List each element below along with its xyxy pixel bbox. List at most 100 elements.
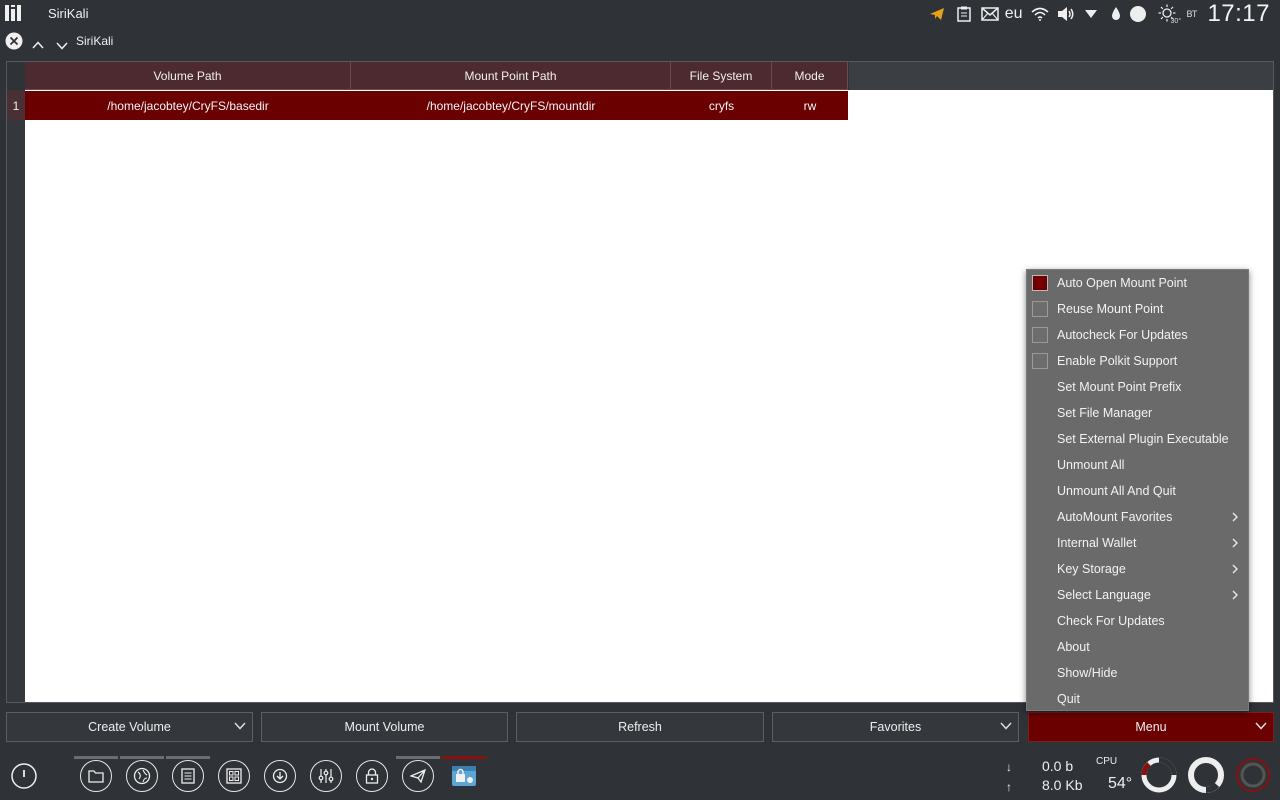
- menu-item-label: Unmount All And Quit: [1057, 484, 1176, 498]
- menu-item-quit[interactable]: Quit: [1027, 686, 1248, 712]
- chevron-right-icon: [1232, 512, 1238, 522]
- menu-item-key-storage[interactable]: Key Storage: [1027, 556, 1248, 582]
- menu-item-label: Internal Wallet: [1057, 536, 1137, 550]
- menu-item-autocheck-for-updates[interactable]: Autocheck For Updates: [1027, 322, 1248, 348]
- menu-item-select-language[interactable]: Select Language: [1027, 582, 1248, 608]
- action-button-bar: Create Volume Mount Volume Refresh Favor…: [6, 712, 1274, 742]
- menu-button[interactable]: Menu: [1028, 712, 1274, 742]
- menu-item-reuse-mount-point[interactable]: Reuse Mount Point: [1027, 296, 1248, 322]
- telegram-icon[interactable]: [929, 6, 945, 22]
- system-tray: eu 30° ВТ 17:17: [923, 0, 1280, 28]
- checkbox-unchecked[interactable]: [1032, 353, 1048, 369]
- cell-file-system: cryfs: [708, 98, 735, 113]
- menu-item-label: Quit: [1057, 692, 1080, 706]
- weather-icon[interactable]: 30°: [1157, 4, 1182, 25]
- swap-gauge-icon[interactable]: [1234, 756, 1272, 794]
- cpu-label: CPU: [1096, 756, 1118, 767]
- column-header-volume-path[interactable]: Volume Path: [25, 62, 351, 90]
- create-volume-label: Create Volume: [88, 720, 171, 734]
- chevron-right-icon: [1232, 590, 1238, 600]
- menu-item-label: Key Storage: [1057, 562, 1126, 576]
- weather-temp: 30°: [1170, 18, 1182, 25]
- window-title-bar: SiriKali: [0, 28, 1280, 54]
- taskbar: ↓ ↑ 0.0 b 8.0 Kb CPU 54°: [0, 750, 1280, 800]
- droplet-icon[interactable]: [1111, 7, 1121, 21]
- main-menu-dropdown: Auto Open Mount Point Reuse Mount Point …: [1026, 269, 1249, 711]
- wifi-icon[interactable]: [1031, 7, 1049, 21]
- menu-item-label: Reuse Mount Point: [1057, 302, 1164, 316]
- mail-icon[interactable]: [980, 7, 999, 21]
- menu-item-label: Enable Polkit Support: [1057, 354, 1178, 368]
- cpu-load-gauge-icon[interactable]: [1140, 756, 1178, 794]
- menu-item-enable-polkit-support[interactable]: Enable Polkit Support: [1027, 348, 1248, 374]
- mount-volume-button[interactable]: Mount Volume: [261, 712, 508, 742]
- active-app-name: SiriKali: [48, 6, 89, 21]
- checkbox-checked[interactable]: [1032, 275, 1048, 291]
- menu-label: Menu: [1135, 720, 1167, 734]
- task-indicator: [120, 756, 164, 759]
- menu-item-label: Set External Plugin Executable: [1057, 432, 1229, 446]
- downloader-icon[interactable]: [264, 760, 296, 792]
- checkbox-unchecked[interactable]: [1032, 301, 1048, 317]
- chevron-right-icon: [1232, 538, 1238, 548]
- chevron-right-icon: [1232, 564, 1238, 574]
- menu-item-label: AutoMount Favorites: [1057, 510, 1173, 524]
- menu-item-automount-favorites[interactable]: AutoMount Favorites: [1027, 504, 1248, 530]
- refresh-label: Refresh: [618, 720, 662, 734]
- window-title: SiriKali: [76, 34, 114, 48]
- upload-arrow-icon: ↑: [1006, 780, 1012, 794]
- mixer-icon[interactable]: [310, 760, 342, 792]
- calculator-icon[interactable]: [218, 760, 250, 792]
- menu-item-set-mount-point-prefix[interactable]: Set Mount Point Prefix: [1027, 374, 1248, 400]
- menu-item-unmount-all-and-quit[interactable]: Unmount All And Quit: [1027, 478, 1248, 504]
- column-header-mode[interactable]: Mode: [772, 62, 848, 90]
- close-window-icon[interactable]: [5, 32, 23, 55]
- telegram-app-icon[interactable]: [402, 760, 434, 792]
- row-number[interactable]: 1: [7, 91, 25, 120]
- chevron-down-icon: [1000, 722, 1012, 730]
- table-row[interactable]: /home/jacobtey/CryFS/basedir /home/jacob…: [25, 91, 848, 120]
- memory-gauge-icon[interactable]: [1187, 756, 1225, 794]
- menu-item-internal-wallet[interactable]: Internal Wallet: [1027, 530, 1248, 556]
- maximize-window-icon[interactable]: [32, 36, 44, 54]
- file-manager-icon[interactable]: [80, 760, 112, 792]
- menu-item-set-file-manager[interactable]: Set File Manager: [1027, 400, 1248, 426]
- menu-item-set-external-plugin-executable[interactable]: Set External Plugin Executable: [1027, 426, 1248, 452]
- clipboard-icon[interactable]: [956, 6, 971, 22]
- menu-item-show-hide[interactable]: Show/Hide: [1027, 660, 1248, 686]
- menu-item-label: Auto Open Mount Point: [1057, 276, 1187, 290]
- cell-mount-point-path: /home/jacobtey/CryFS/mountdir: [426, 98, 596, 113]
- power-icon[interactable]: [10, 762, 38, 795]
- menu-item-about[interactable]: About: [1027, 634, 1248, 660]
- column-header-file-system[interactable]: File System: [671, 62, 772, 90]
- header-filler: [849, 62, 1273, 90]
- keyboard-layout[interactable]: eu: [1005, 5, 1023, 23]
- browser-icon[interactable]: [126, 760, 158, 792]
- top-panel: SiriKali eu 30° ВТ 17:17: [0, 0, 1280, 28]
- menu-item-label: Check For Updates: [1057, 614, 1165, 628]
- menu-item-label: Autocheck For Updates: [1057, 328, 1188, 342]
- refresh-button[interactable]: Refresh: [516, 712, 764, 742]
- chevron-down-icon: [234, 722, 246, 730]
- favorites-button[interactable]: Favorites: [772, 712, 1019, 742]
- menu-item-label: Set Mount Point Prefix: [1057, 380, 1182, 394]
- column-header-mount-point-path[interactable]: Mount Point Path: [351, 62, 671, 90]
- lock-icon[interactable]: [356, 760, 388, 792]
- menu-item-label: Show/Hide: [1057, 666, 1118, 680]
- text-editor-icon[interactable]: [172, 760, 204, 792]
- checkbox-unchecked[interactable]: [1032, 327, 1048, 343]
- sirikali-app-icon[interactable]: [448, 760, 480, 792]
- task-indicator: [166, 756, 210, 759]
- menu-item-unmount-all[interactable]: Unmount All: [1027, 452, 1248, 478]
- cell-volume-path: /home/jacobtey/CryFS/basedir: [107, 98, 269, 113]
- volume-icon[interactable]: [1057, 6, 1075, 22]
- app-launcher-icon[interactable]: [5, 5, 21, 21]
- menu-item-auto-open-mount-point[interactable]: Auto Open Mount Point: [1027, 270, 1248, 296]
- download-arrow-icon: ↓: [1006, 760, 1012, 774]
- create-volume-button[interactable]: Create Volume: [6, 712, 253, 742]
- minimize-window-icon[interactable]: [56, 37, 68, 55]
- clock[interactable]: 17:17: [1207, 0, 1270, 28]
- menu-item-check-for-updates[interactable]: Check For Updates: [1027, 608, 1248, 634]
- night-mode-icon[interactable]: [1129, 5, 1147, 23]
- tray-expand-icon[interactable]: [1084, 10, 1097, 18]
